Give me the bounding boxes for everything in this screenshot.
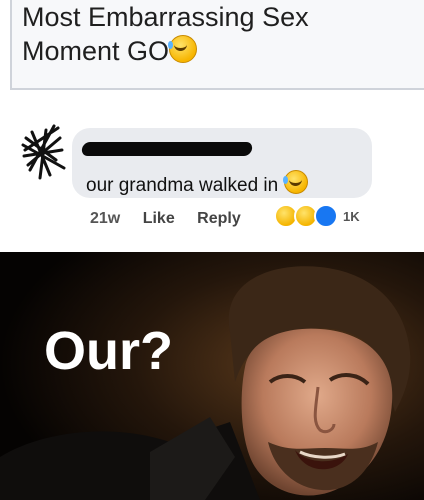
comment-timestamp: 21w — [90, 210, 121, 227]
reply-button[interactable]: Reply — [197, 210, 241, 227]
redacted-name — [80, 142, 254, 156]
meme-image: Our? — [0, 252, 424, 500]
laughing-tears-emoji-icon — [282, 170, 308, 194]
like-button[interactable]: Like — [143, 210, 175, 227]
facebook-screenshot: Most Embarrassing Sex Moment GO our gran… — [0, 0, 424, 250]
reaction-count: 1K — [343, 208, 360, 224]
laughing-tears-emoji-icon — [168, 35, 198, 63]
post-card: Most Embarrassing Sex Moment GO — [10, 0, 424, 90]
post-line-1: Most Embarrassing Sex — [22, 2, 309, 32]
comment-body: our grandma walked in — [86, 175, 279, 196]
post-text: Most Embarrassing Sex Moment GO — [22, 0, 412, 68]
comment-actions: 21w Like Reply — [90, 210, 259, 228]
reaction-summary[interactable]: 1K — [274, 204, 360, 228]
comment-text: our grandma walked in — [86, 170, 308, 197]
scribbled-avatar-icon — [21, 124, 66, 180]
meme-caption: Our? — [44, 321, 173, 381]
post-line-2: Moment GO — [22, 36, 170, 66]
like-reaction-icon — [314, 204, 338, 228]
